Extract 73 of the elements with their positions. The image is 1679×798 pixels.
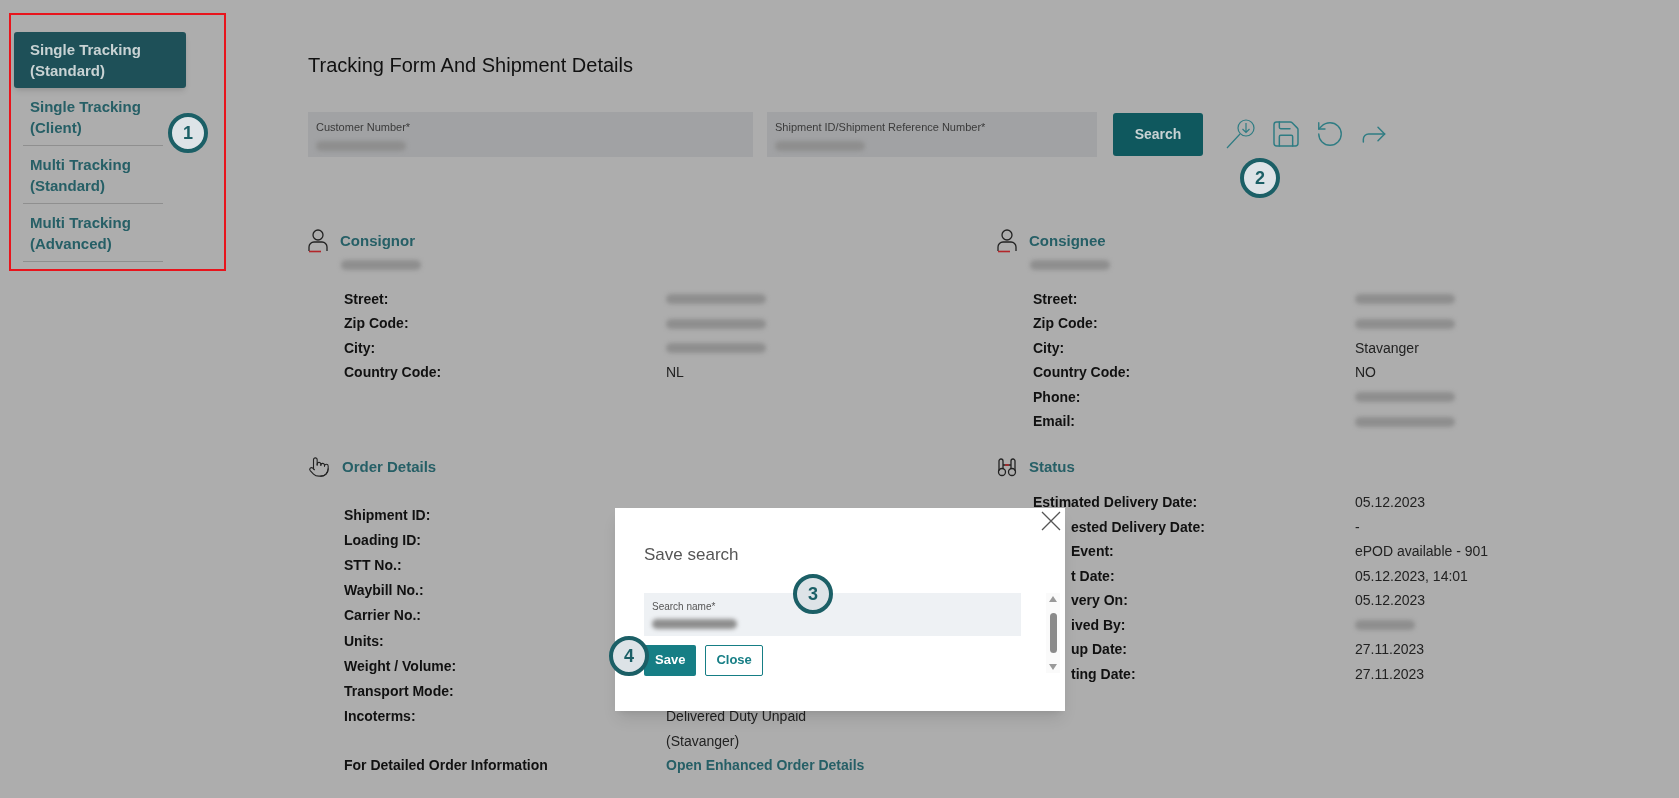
field-label: City:	[344, 339, 376, 356]
field-label: Carrier No.:	[344, 607, 422, 624]
hand-pointer-icon	[308, 456, 330, 479]
step-number-badge: 3	[793, 574, 833, 614]
field-label: ting Date:	[1071, 665, 1136, 682]
page-title: Tracking Form And Shipment Details	[308, 53, 634, 78]
search-button[interactable]: Search	[1113, 112, 1203, 156]
close-button[interactable]: Close	[705, 644, 763, 676]
save-button[interactable]: Save	[644, 644, 697, 676]
scrollbar-thumb[interactable]	[1049, 612, 1057, 653]
field-label: very On:	[1071, 592, 1128, 609]
field-value: NL	[666, 363, 684, 383]
section-heading: Status	[1029, 457, 1075, 477]
field-value: 27.11.2023	[1355, 640, 1425, 660]
field-label: Zip Code:	[1033, 315, 1098, 332]
field-label: Shipment ID:	[344, 506, 431, 523]
field-label: Search name*	[652, 599, 717, 614]
field-label: Country Code:	[1033, 364, 1131, 381]
field-value: 27.11.2023	[1355, 664, 1425, 684]
scroll-up-icon[interactable]	[1049, 595, 1057, 602]
field-label: up Date:	[1071, 641, 1127, 658]
field-label: Email:	[1033, 413, 1075, 430]
field-label: t Date:	[1071, 567, 1115, 584]
section-heading: Consignee	[1029, 230, 1106, 251]
field-label: Estimated Delivery Date:	[1033, 494, 1198, 511]
text-field[interactable]: Shipment ID/Shipment Reference Number*	[767, 111, 1097, 157]
field-value: 05.12.2023	[1355, 591, 1426, 611]
binoculars-icon	[997, 457, 1017, 478]
field-label: Street:	[344, 290, 389, 307]
step-number-badge: 1	[168, 113, 208, 153]
field-value: ePOD available - 901	[1355, 542, 1489, 562]
field-value: NO	[1355, 363, 1376, 383]
field-label: Customer Number*	[316, 119, 412, 135]
sidebar-item[interactable]: Single Tracking (Standard)	[14, 32, 186, 88]
step-number-badge: 2	[1240, 158, 1280, 198]
section-heading: Consignor	[340, 230, 415, 251]
field-value: 05.12.2023	[1355, 493, 1426, 513]
field-label: Street:	[1033, 290, 1078, 307]
field-label: For Detailed Order Information	[344, 756, 549, 776]
field-value: Stavanger	[1355, 338, 1419, 358]
field-value: -	[1355, 517, 1360, 537]
scroll-down-icon[interactable]	[1049, 663, 1057, 670]
field-label: Units:	[344, 632, 384, 649]
reload-icon[interactable]	[1315, 119, 1345, 149]
step-number-badge: 4	[609, 636, 649, 676]
person-icon	[308, 229, 328, 253]
order-details-link[interactable]: Open Enhanced Order Details	[666, 755, 865, 777]
field-label: Waybill No.:	[344, 582, 424, 599]
sidebar-item[interactable]: Multi Tracking (Advanced)	[23, 204, 163, 262]
person-icon	[997, 229, 1017, 253]
text-field[interactable]: Customer Number*	[308, 111, 753, 157]
close-icon[interactable]	[1039, 509, 1063, 533]
field-label: Event:	[1071, 543, 1114, 560]
section-heading: Order Details	[342, 457, 437, 477]
sidebar-item[interactable]: Single Tracking (Client)	[23, 88, 163, 146]
field-value: Delivered Duty Unpaid	[666, 707, 807, 727]
field-label: City:	[1033, 339, 1065, 356]
field-value: 05.12.2023, 14:01	[1355, 566, 1468, 586]
field-label: STT No.:	[344, 556, 402, 573]
field-label: Country Code:	[344, 364, 442, 381]
field-label: Phone:	[1033, 388, 1081, 405]
field-label: Weight / Volume:	[344, 657, 457, 674]
search-download-icon[interactable]	[1225, 118, 1257, 150]
field-label: Transport Mode:	[344, 682, 454, 699]
field-label: Shipment ID/Shipment Reference Number*	[775, 119, 987, 135]
dialog-title: Save search	[644, 544, 740, 566]
field-value: (Stavanger)	[666, 731, 740, 751]
field-label: Zip Code:	[344, 315, 409, 332]
field-label: Loading ID:	[344, 531, 421, 548]
field-label: Incoterms:	[344, 708, 416, 725]
field-label: ested Delivery Date:	[1071, 518, 1205, 535]
sidebar-item[interactable]: Multi Tracking (Standard)	[23, 146, 163, 204]
field-label: ived By:	[1071, 616, 1126, 633]
